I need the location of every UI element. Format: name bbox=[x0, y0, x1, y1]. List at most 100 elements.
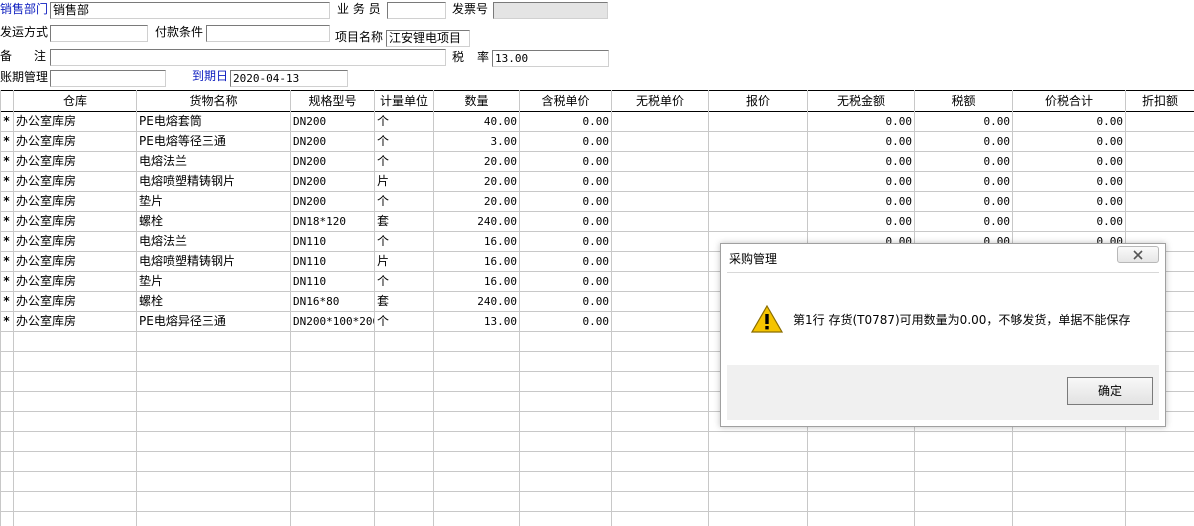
cell-name[interactable]: 电熔喷塑精铸钢片 bbox=[139, 252, 289, 271]
empty-row[interactable] bbox=[0, 512, 1194, 526]
invoice-no-field[interactable] bbox=[493, 2, 608, 19]
sales-dept-field[interactable]: 销售部 bbox=[50, 2, 330, 19]
cell-tax[interactable]: 0.00 bbox=[915, 112, 1011, 131]
table-row[interactable]: * 办公室库房 螺栓 DN18*120 套 240.00 0.00 0.00 0.00 0.00 bbox=[0, 212, 1194, 232]
cell-unit[interactable]: 片 bbox=[377, 172, 433, 191]
cell-warehouse[interactable]: 办公室库房 bbox=[16, 172, 136, 191]
tax-rate-field[interactable]: 13.00 bbox=[492, 50, 609, 67]
cell-name[interactable]: 电熔法兰 bbox=[139, 152, 289, 171]
col-header-net-amount[interactable]: 无税金额 bbox=[808, 91, 914, 111]
cell-unit[interactable]: 片 bbox=[377, 252, 433, 271]
cell-qty[interactable]: 40.00 bbox=[434, 112, 517, 131]
row-marker[interactable]: * bbox=[0, 312, 13, 331]
cell-warehouse[interactable]: 办公室库房 bbox=[16, 232, 136, 251]
row-marker[interactable]: * bbox=[0, 192, 13, 211]
cell-warehouse[interactable]: 办公室库房 bbox=[16, 252, 136, 271]
table-row[interactable]: * 办公室库房 PE电熔等径三通 DN200 个 3.00 0.00 0.00 0.00 0.00 bbox=[0, 132, 1194, 152]
cell-net-amount[interactable]: 0.00 bbox=[808, 212, 913, 231]
cell-name[interactable]: 螺栓 bbox=[139, 292, 289, 311]
cell-unit[interactable]: 套 bbox=[377, 212, 433, 231]
account-period-field[interactable] bbox=[50, 70, 166, 87]
row-marker[interactable]: * bbox=[0, 152, 13, 171]
cell-tax-price[interactable]: 0.00 bbox=[520, 232, 610, 251]
ok-button[interactable]: 确定 bbox=[1067, 377, 1153, 405]
row-marker[interactable]: * bbox=[0, 292, 13, 311]
cell-name[interactable]: 电熔喷塑精铸钢片 bbox=[139, 172, 289, 191]
empty-row[interactable] bbox=[0, 432, 1194, 452]
col-header-tax[interactable]: 税额 bbox=[915, 91, 1012, 111]
row-marker[interactable]: * bbox=[0, 172, 13, 191]
cell-tax[interactable]: 0.00 bbox=[915, 152, 1011, 171]
cell-qty[interactable]: 20.00 bbox=[434, 192, 517, 211]
cell-unit[interactable]: 个 bbox=[377, 312, 433, 331]
col-header-warehouse[interactable]: 仓库 bbox=[14, 91, 136, 111]
cell-warehouse[interactable]: 办公室库房 bbox=[16, 132, 136, 151]
cell-qty[interactable]: 240.00 bbox=[434, 212, 517, 231]
cell-unit[interactable]: 个 bbox=[377, 112, 433, 131]
cell-warehouse[interactable]: 办公室库房 bbox=[16, 212, 136, 231]
cell-total[interactable]: 0.00 bbox=[1013, 172, 1124, 191]
cell-spec[interactable]: DN16*80 bbox=[293, 292, 374, 311]
row-marker[interactable]: * bbox=[0, 252, 13, 271]
cell-tax[interactable]: 0.00 bbox=[915, 172, 1011, 191]
row-marker[interactable]: * bbox=[0, 232, 13, 251]
cell-tax-price[interactable]: 0.00 bbox=[520, 272, 610, 291]
project-name-field[interactable]: 江安锂电项目 bbox=[386, 30, 470, 47]
cell-tax-price[interactable]: 0.00 bbox=[520, 172, 610, 191]
row-marker[interactable]: * bbox=[0, 112, 13, 131]
col-header-qty[interactable]: 数量 bbox=[434, 91, 519, 111]
cell-warehouse[interactable]: 办公室库房 bbox=[16, 112, 136, 131]
col-header-quote[interactable]: 报价 bbox=[709, 91, 807, 111]
row-marker[interactable]: * bbox=[0, 212, 13, 231]
cell-spec[interactable]: DN200 bbox=[293, 132, 374, 151]
cell-qty[interactable]: 16.00 bbox=[434, 272, 517, 291]
cell-tax-price[interactable]: 0.00 bbox=[520, 132, 610, 151]
empty-row[interactable] bbox=[0, 452, 1194, 472]
cell-tax[interactable]: 0.00 bbox=[915, 132, 1011, 151]
cell-name[interactable]: 螺栓 bbox=[139, 212, 289, 231]
cell-spec[interactable]: DN200 bbox=[293, 172, 374, 191]
cell-unit[interactable]: 个 bbox=[377, 152, 433, 171]
cell-warehouse[interactable]: 办公室库房 bbox=[16, 192, 136, 211]
cell-unit[interactable]: 个 bbox=[377, 132, 433, 151]
cell-tax-price[interactable]: 0.00 bbox=[520, 252, 610, 271]
cell-net-amount[interactable]: 0.00 bbox=[808, 152, 913, 171]
cell-net-amount[interactable]: 0.00 bbox=[808, 132, 913, 151]
cell-warehouse[interactable]: 办公室库房 bbox=[16, 272, 136, 291]
cell-qty[interactable]: 20.00 bbox=[434, 152, 517, 171]
cell-tax-price[interactable]: 0.00 bbox=[520, 292, 610, 311]
cell-spec[interactable]: DN110 bbox=[293, 252, 374, 271]
cell-total[interactable]: 0.00 bbox=[1013, 192, 1124, 211]
empty-row[interactable] bbox=[0, 492, 1194, 512]
cell-unit[interactable]: 个 bbox=[377, 192, 433, 211]
remark-field[interactable] bbox=[50, 49, 446, 66]
col-header-name[interactable]: 货物名称 bbox=[137, 91, 290, 111]
table-row[interactable]: * 办公室库房 电熔法兰 DN200 个 20.00 0.00 0.00 0.00 0.00 bbox=[0, 152, 1194, 172]
cell-net-amount[interactable]: 0.00 bbox=[808, 112, 913, 131]
close-icon[interactable] bbox=[1117, 246, 1159, 263]
salesman-field[interactable] bbox=[387, 2, 446, 19]
col-header-discount[interactable]: 折扣额 bbox=[1126, 91, 1194, 111]
cell-net-amount[interactable]: 0.00 bbox=[808, 172, 913, 191]
cell-name[interactable]: PE电熔异径三通 bbox=[139, 312, 289, 331]
col-header-unit[interactable]: 计量单位 bbox=[375, 91, 433, 111]
row-marker[interactable]: * bbox=[0, 132, 13, 151]
cell-qty[interactable]: 240.00 bbox=[434, 292, 517, 311]
col-header-spec[interactable]: 规格型号 bbox=[291, 91, 374, 111]
col-header-total[interactable]: 价税合计 bbox=[1013, 91, 1125, 111]
cell-warehouse[interactable]: 办公室库房 bbox=[16, 292, 136, 311]
cell-name[interactable]: 垫片 bbox=[139, 272, 289, 291]
cell-tax[interactable]: 0.00 bbox=[915, 212, 1011, 231]
cell-spec[interactable]: DN200 bbox=[293, 192, 374, 211]
cell-net-amount[interactable]: 0.00 bbox=[808, 192, 913, 211]
cell-total[interactable]: 0.00 bbox=[1013, 152, 1124, 171]
cell-tax-price[interactable]: 0.00 bbox=[520, 152, 610, 171]
cell-unit[interactable]: 个 bbox=[377, 232, 433, 251]
empty-row[interactable] bbox=[0, 472, 1194, 492]
cell-spec[interactable]: DN200*100*200 bbox=[293, 312, 374, 331]
table-row[interactable]: * 办公室库房 电熔喷塑精铸钢片 DN200 片 20.00 0.00 0.00 0.00 0.0… bbox=[0, 172, 1194, 192]
ship-method-field[interactable] bbox=[50, 25, 148, 42]
cell-spec[interactable]: DN110 bbox=[293, 272, 374, 291]
cell-qty[interactable]: 16.00 bbox=[434, 252, 517, 271]
col-header-net-price[interactable]: 无税单价 bbox=[612, 91, 708, 111]
